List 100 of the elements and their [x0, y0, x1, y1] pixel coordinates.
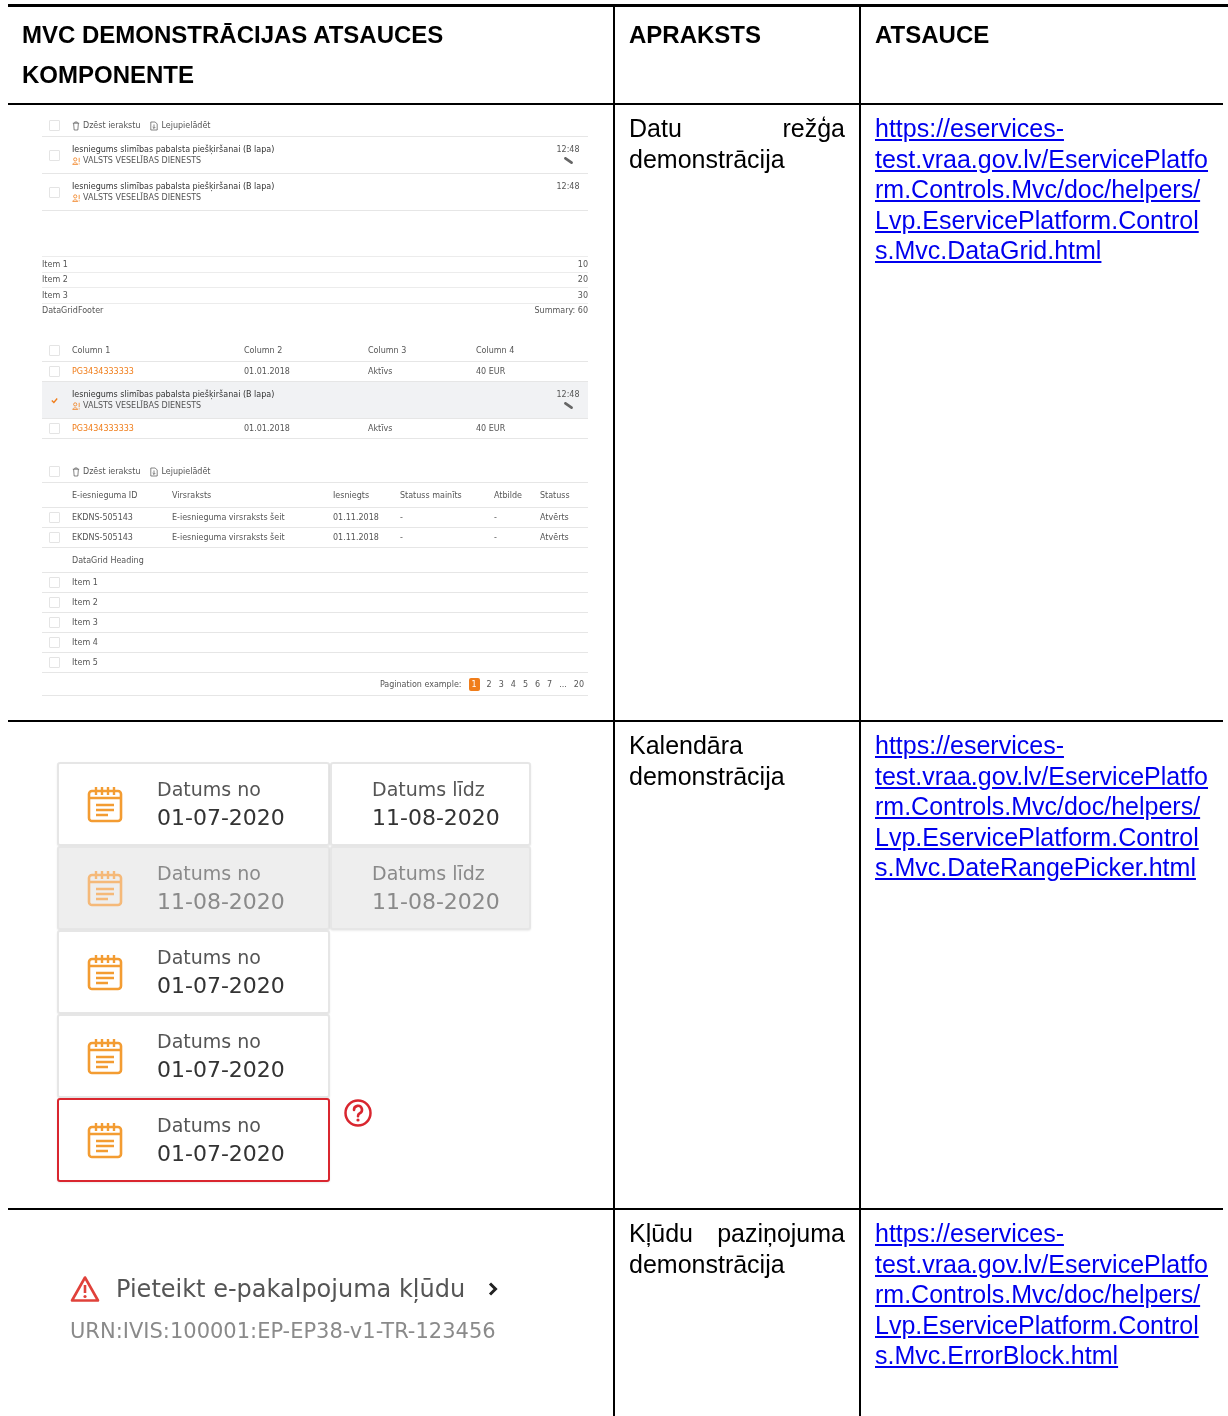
date-value: 11-08-2020	[157, 887, 285, 916]
checkbox[interactable]	[49, 120, 60, 131]
page-button[interactable]: 5	[522, 679, 528, 689]
page-button[interactable]: ...	[559, 679, 567, 689]
message-time: 12:48	[556, 145, 580, 154]
documentation-link[interactable]: https://eservices-test.vraa.gov.lv/EservicePlatform.Controls.Mvc/doc/helpers/Lvp.EservicePlatform.Controls.Mvc.DateRangePicker.html	[875, 730, 1209, 883]
table-cell-text: 40 EUR	[476, 424, 507, 433]
page-button[interactable]: 3	[498, 679, 504, 689]
checkbox[interactable]	[49, 345, 60, 356]
table-cell-text: -	[494, 513, 498, 522]
grid-column-header: Column 3	[368, 346, 408, 355]
date-label: Datums no	[157, 776, 262, 802]
sender-name: VALSTS VESELĪBAS DIENESTS	[83, 401, 202, 410]
table-cell-text: Atvērts	[540, 533, 570, 542]
delete-button[interactable]: Dzēst ierakstu	[72, 120, 141, 131]
warning-icon	[70, 1275, 100, 1303]
item-value: 10	[577, 259, 588, 269]
download-button[interactable]: Lejupielādēt	[150, 466, 211, 477]
checkbox[interactable]	[49, 186, 60, 198]
checkbox[interactable]	[49, 532, 60, 543]
checkbox[interactable]	[49, 637, 60, 648]
date-field[interactable]: Datums no 01-07-2020	[57, 762, 330, 846]
date-label: Datums no	[157, 944, 262, 970]
grid-column-header: Statuss mainīts	[400, 490, 463, 500]
calendar-icon	[87, 1121, 123, 1159]
date-label: Datums no	[157, 1028, 262, 1054]
checkbox[interactable]	[49, 657, 60, 668]
checkbox[interactable]	[49, 597, 60, 608]
pagination-label: Pagination example:	[379, 679, 462, 689]
trash-icon	[72, 466, 80, 477]
message-title[interactable]: Iesniegums slimības pabalsta piešķiršanai (B lapa)	[72, 145, 548, 154]
message-title[interactable]: Iesniegums slimības pabalsta piešķiršanai (B lapa)	[72, 182, 548, 191]
description-text: Kalendāra demonstrācija	[629, 730, 786, 792]
page-button[interactable]: 4	[510, 679, 516, 689]
table-cell-text: E-iesnieguma virsraksts šeit	[172, 533, 286, 542]
date-value: 01-07-2020	[157, 1055, 285, 1084]
documentation-link[interactable]: https://eservices-test.vraa.gov.lv/EservicePlatform.Controls.Mvc/doc/helpers/Lvp.EservicePlatform.Controls.Mvc.DataGrid.html	[875, 113, 1209, 266]
item-value: 20	[577, 275, 588, 285]
date-value: 01-07-2020	[157, 1139, 285, 1168]
date-field[interactable]: Datums no 01-07-2020	[57, 1098, 330, 1182]
sender-name: VALSTS VESELĪBAS DIENESTS	[83, 156, 202, 165]
table-cell-text: -	[494, 533, 498, 542]
grid-column-header: Statuss	[540, 490, 571, 500]
footer-label: DataGridFooter	[42, 306, 104, 316]
grid-column-header: Virsraksts	[172, 490, 213, 500]
message-time: 12:48	[556, 390, 580, 399]
table-cell-text: 01.11.2018	[333, 513, 380, 522]
table-cell-text: -	[400, 533, 404, 542]
item-label: Item 1	[72, 578, 98, 587]
calendar-icon	[87, 953, 123, 991]
help-icon[interactable]	[343, 1098, 373, 1128]
date-field[interactable]: Datums no 01-07-2020	[57, 1014, 330, 1098]
column-header: MVC DEMONSTRĀCIJAS ATSAUCES KOMPONENTE	[22, 20, 445, 90]
description-text: Kļūdu paziņojuma demonstrācija	[629, 1218, 845, 1280]
calendar-icon	[87, 785, 123, 823]
calendar-icon	[87, 1037, 123, 1075]
item-label: Item 3	[72, 618, 98, 627]
grid-column-header: Column 2	[244, 346, 284, 355]
download-button[interactable]: Lejupielādēt	[150, 120, 211, 131]
delete-button[interactable]: Dzēst ierakstu	[72, 466, 141, 477]
sender-name: VALSTS VESELĪBAS DIENESTS	[83, 193, 202, 202]
checkbox[interactable]	[49, 366, 60, 377]
page-button[interactable]: 6	[535, 679, 541, 689]
checkbox[interactable]	[49, 512, 60, 523]
column-header: ATSAUCE	[875, 20, 991, 50]
message-title[interactable]: Iesniegums slimības pabalsta piešķiršanai (B lapa)	[72, 390, 548, 399]
grid-column-header: E-iesnieguma ID	[72, 490, 139, 500]
report-error-link[interactable]: Pieteikt e-pakalpojuma kļūdu	[116, 1275, 466, 1303]
item-label: Item 5	[72, 658, 98, 667]
checkbox[interactable]	[49, 423, 60, 434]
checkbox[interactable]	[49, 149, 60, 161]
table-cell-text: 01.11.2018	[333, 533, 380, 542]
table-cell-text: 01.01.2018	[244, 424, 291, 433]
column-header: APRAKSTS	[629, 20, 762, 50]
checkbox[interactable]	[49, 466, 60, 477]
table-cell-text: EKDNS-505143	[72, 533, 134, 542]
table-cell-text: Aktīvs	[368, 424, 394, 433]
documentation-link[interactable]: https://eservices-test.vraa.gov.lv/EservicePlatform.Controls.Mvc/doc/helpers/Lvp.EservicePlatform.Controls.Mvc.ErrorBlock.html	[875, 1218, 1209, 1371]
page-button[interactable]: 2	[486, 679, 492, 689]
checkbox[interactable]	[49, 577, 60, 588]
item-label: Item 4	[72, 638, 98, 647]
date-field[interactable]: Datums līdz 11-08-2020	[330, 762, 531, 846]
page-button[interactable]: 20	[573, 679, 584, 689]
file-download-icon	[150, 120, 159, 131]
item-label: Item 3	[42, 290, 68, 300]
person-alert-icon	[72, 401, 80, 410]
date-value: 01-07-2020	[157, 803, 285, 832]
date-value: 11-08-2020	[372, 887, 500, 916]
date-label: Datums no	[157, 1112, 262, 1138]
page-button[interactable]: 7	[547, 679, 553, 689]
grid-column-header: Column 4	[476, 346, 516, 355]
person-alert-icon	[72, 156, 80, 165]
person-alert-icon	[72, 193, 80, 202]
date-label: Datums no	[157, 860, 262, 886]
checkbox[interactable]	[49, 617, 60, 628]
date-field[interactable]: Datums no 01-07-2020	[57, 930, 330, 1014]
table-cell-text: Aktīvs	[368, 367, 394, 376]
chevron-right-icon[interactable]	[487, 1281, 500, 1297]
description-text: Datu režģa demonstrācija	[629, 113, 845, 175]
table-cell-text: -	[400, 513, 404, 522]
